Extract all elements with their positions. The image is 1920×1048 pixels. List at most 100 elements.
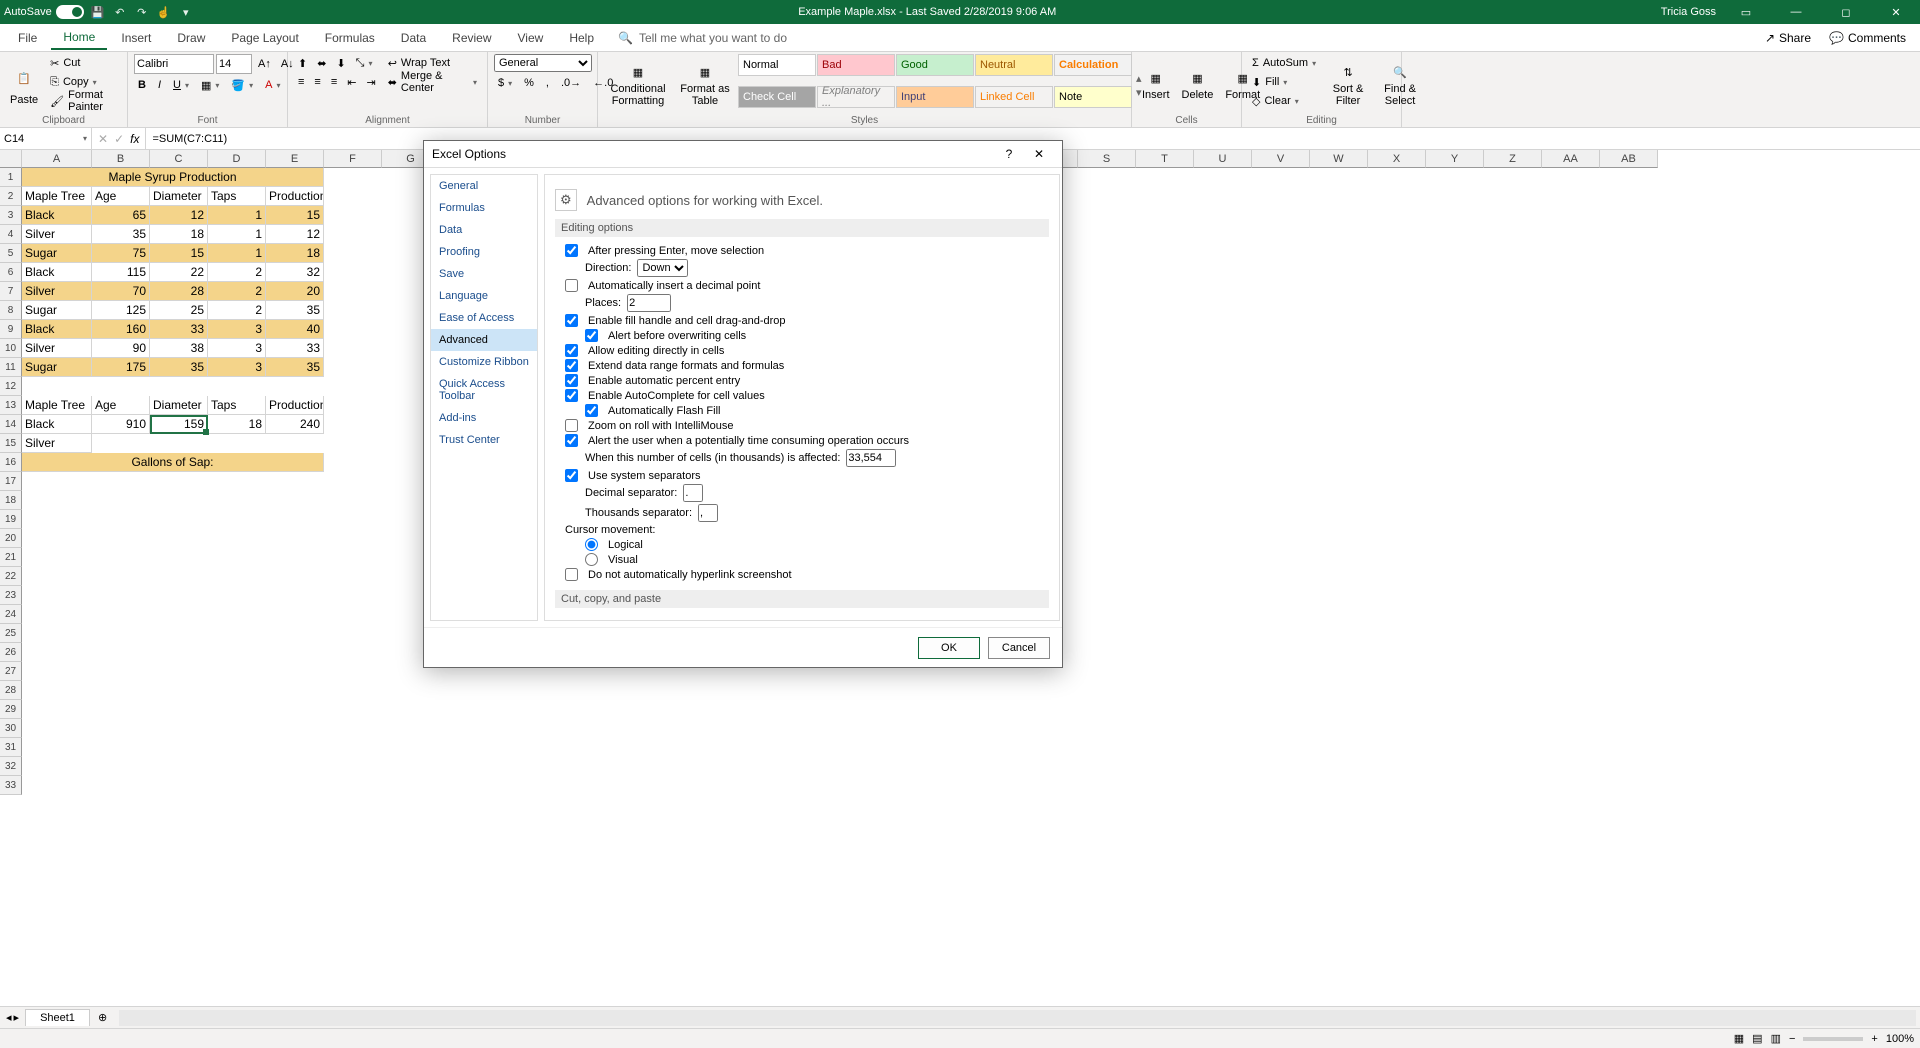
maximize-icon[interactable]: ◻ <box>1826 0 1866 24</box>
cell[interactable]: Age <box>92 187 150 206</box>
cell[interactable]: Black <box>22 206 92 225</box>
view-layout-icon[interactable]: ▤ <box>1752 1032 1762 1045</box>
opt-decimal-check[interactable] <box>565 279 578 292</box>
row-head[interactable]: 3 <box>0 206 22 225</box>
cell[interactable]: 175 <box>92 358 150 377</box>
minimize-icon[interactable]: — <box>1776 0 1816 24</box>
bold-button[interactable]: B <box>134 76 150 94</box>
cell[interactable]: Silver <box>22 282 92 301</box>
places-input[interactable] <box>627 294 671 312</box>
dialog-nav-item[interactable]: Add-ins <box>431 407 537 429</box>
cell[interactable]: 33 <box>266 339 324 358</box>
cell[interactable]: Production <box>266 396 324 415</box>
autosum-button[interactable]: ΣAutoSum▾ <box>1248 54 1320 72</box>
tab-insert[interactable]: Insert <box>109 27 163 49</box>
dialog-nav-item[interactable]: Quick Access Toolbar <box>431 373 537 407</box>
row-head[interactable]: 31 <box>0 738 22 757</box>
row-head[interactable]: 21 <box>0 548 22 567</box>
cell[interactable]: Age <box>92 396 150 415</box>
opt-percent-check[interactable] <box>565 374 578 387</box>
cell[interactable]: 32 <box>266 263 324 282</box>
align-left-button[interactable]: ≡ <box>294 73 308 91</box>
user-name[interactable]: Tricia Goss <box>1661 6 1716 18</box>
zoom-out-button[interactable]: − <box>1789 1033 1795 1045</box>
style-check[interactable]: Check Cell <box>738 86 816 108</box>
cell[interactable]: 25 <box>150 301 208 320</box>
cell[interactable]: 35 <box>150 358 208 377</box>
style-good[interactable]: Good <box>896 54 974 76</box>
opt-logical-radio[interactable] <box>585 538 598 551</box>
merge-center-button[interactable]: ⬌Merge & Center▾ <box>384 73 481 91</box>
tab-formulas[interactable]: Formulas <box>313 27 387 49</box>
cell[interactable]: 40 <box>266 320 324 339</box>
cell[interactable]: 15 <box>150 244 208 263</box>
clear-button[interactable]: ◇Clear▾ <box>1248 92 1320 110</box>
zoom-in-button[interactable]: + <box>1871 1033 1877 1045</box>
dialog-nav-item[interactable]: Save <box>431 263 537 285</box>
cell[interactable]: Black <box>22 320 92 339</box>
dialog-nav-item[interactable]: Customize Ribbon <box>431 351 537 373</box>
col-head[interactable]: C <box>150 150 208 168</box>
cell[interactable]: Diameter <box>150 396 208 415</box>
col-head[interactable]: A <box>22 150 92 168</box>
row-head[interactable]: 26 <box>0 643 22 662</box>
dialog-help-button[interactable]: ? <box>994 147 1024 161</box>
col-head[interactable]: D <box>208 150 266 168</box>
cell[interactable]: 2 <box>208 301 266 320</box>
opt-fill-check[interactable] <box>565 314 578 327</box>
number-format-select[interactable]: General <box>494 54 592 72</box>
opt-edit-check[interactable] <box>565 344 578 357</box>
opt-enter-check[interactable] <box>565 244 578 257</box>
sheet-nav-next-icon[interactable]: ▸ <box>14 1011 20 1024</box>
cell[interactable]: 1 <box>208 206 266 225</box>
dialog-nav-item[interactable]: Data <box>431 219 537 241</box>
tab-view[interactable]: View <box>506 27 556 49</box>
cell[interactable]: Silver <box>22 339 92 358</box>
sheet-tab[interactable]: Sheet1 <box>25 1009 90 1026</box>
style-calc[interactable]: Calculation <box>1054 54 1132 76</box>
row-head[interactable]: 13 <box>0 396 22 415</box>
close-icon[interactable]: ✕ <box>1876 0 1916 24</box>
cell[interactable]: Silver <box>22 434 92 453</box>
cell[interactable]: 90 <box>92 339 150 358</box>
col-head[interactable]: T <box>1136 150 1194 168</box>
col-head[interactable]: E <box>266 150 324 168</box>
select-all-button[interactable] <box>0 150 22 168</box>
col-head[interactable]: Z <box>1484 150 1542 168</box>
cell[interactable]: Gallons of Sap: <box>22 453 324 472</box>
cell[interactable]: 2 <box>208 263 266 282</box>
opt-visual-radio[interactable] <box>585 553 598 566</box>
ribbon-options-icon[interactable]: ▭ <box>1726 0 1766 24</box>
new-sheet-button[interactable]: ⊕ <box>90 1011 115 1024</box>
cell[interactable]: Silver <box>22 225 92 244</box>
tab-draw[interactable]: Draw <box>165 27 217 49</box>
row-head[interactable]: 11 <box>0 358 22 377</box>
row-head[interactable]: 4 <box>0 225 22 244</box>
comma-button[interactable]: , <box>542 74 553 92</box>
cell[interactable]: Black <box>22 415 92 434</box>
horizontal-scrollbar[interactable] <box>119 1010 1916 1026</box>
row-head[interactable]: 23 <box>0 586 22 605</box>
cell[interactable]: 1 <box>208 244 266 263</box>
cell[interactable]: 125 <box>92 301 150 320</box>
accounting-button[interactable]: $▾ <box>494 74 516 92</box>
toggle-switch[interactable] <box>56 5 84 19</box>
cell[interactable]: 18 <box>266 244 324 263</box>
opt-hyperlink-check[interactable] <box>565 568 578 581</box>
cell[interactable]: Sugar <box>22 358 92 377</box>
row-head[interactable]: 22 <box>0 567 22 586</box>
sheet-nav-prev-icon[interactable]: ◂ <box>6 1011 12 1024</box>
row-head[interactable]: 1 <box>0 168 22 187</box>
align-bottom-button[interactable]: ⬇ <box>332 54 349 72</box>
opt-flash-check[interactable] <box>585 404 598 417</box>
underline-button[interactable]: U▾ <box>169 76 193 94</box>
style-linked[interactable]: Linked Cell <box>975 86 1053 108</box>
view-pagebreak-icon[interactable]: ▥ <box>1771 1032 1781 1045</box>
cell[interactable]: 12 <box>150 206 208 225</box>
cell[interactable]: Maple Tree <box>22 187 92 206</box>
insert-cells-button[interactable]: ▦Insert <box>1138 54 1174 116</box>
style-normal[interactable]: Normal <box>738 54 816 76</box>
row-head[interactable]: 20 <box>0 529 22 548</box>
font-name-select[interactable] <box>134 54 214 74</box>
cell[interactable]: Sugar <box>22 301 92 320</box>
